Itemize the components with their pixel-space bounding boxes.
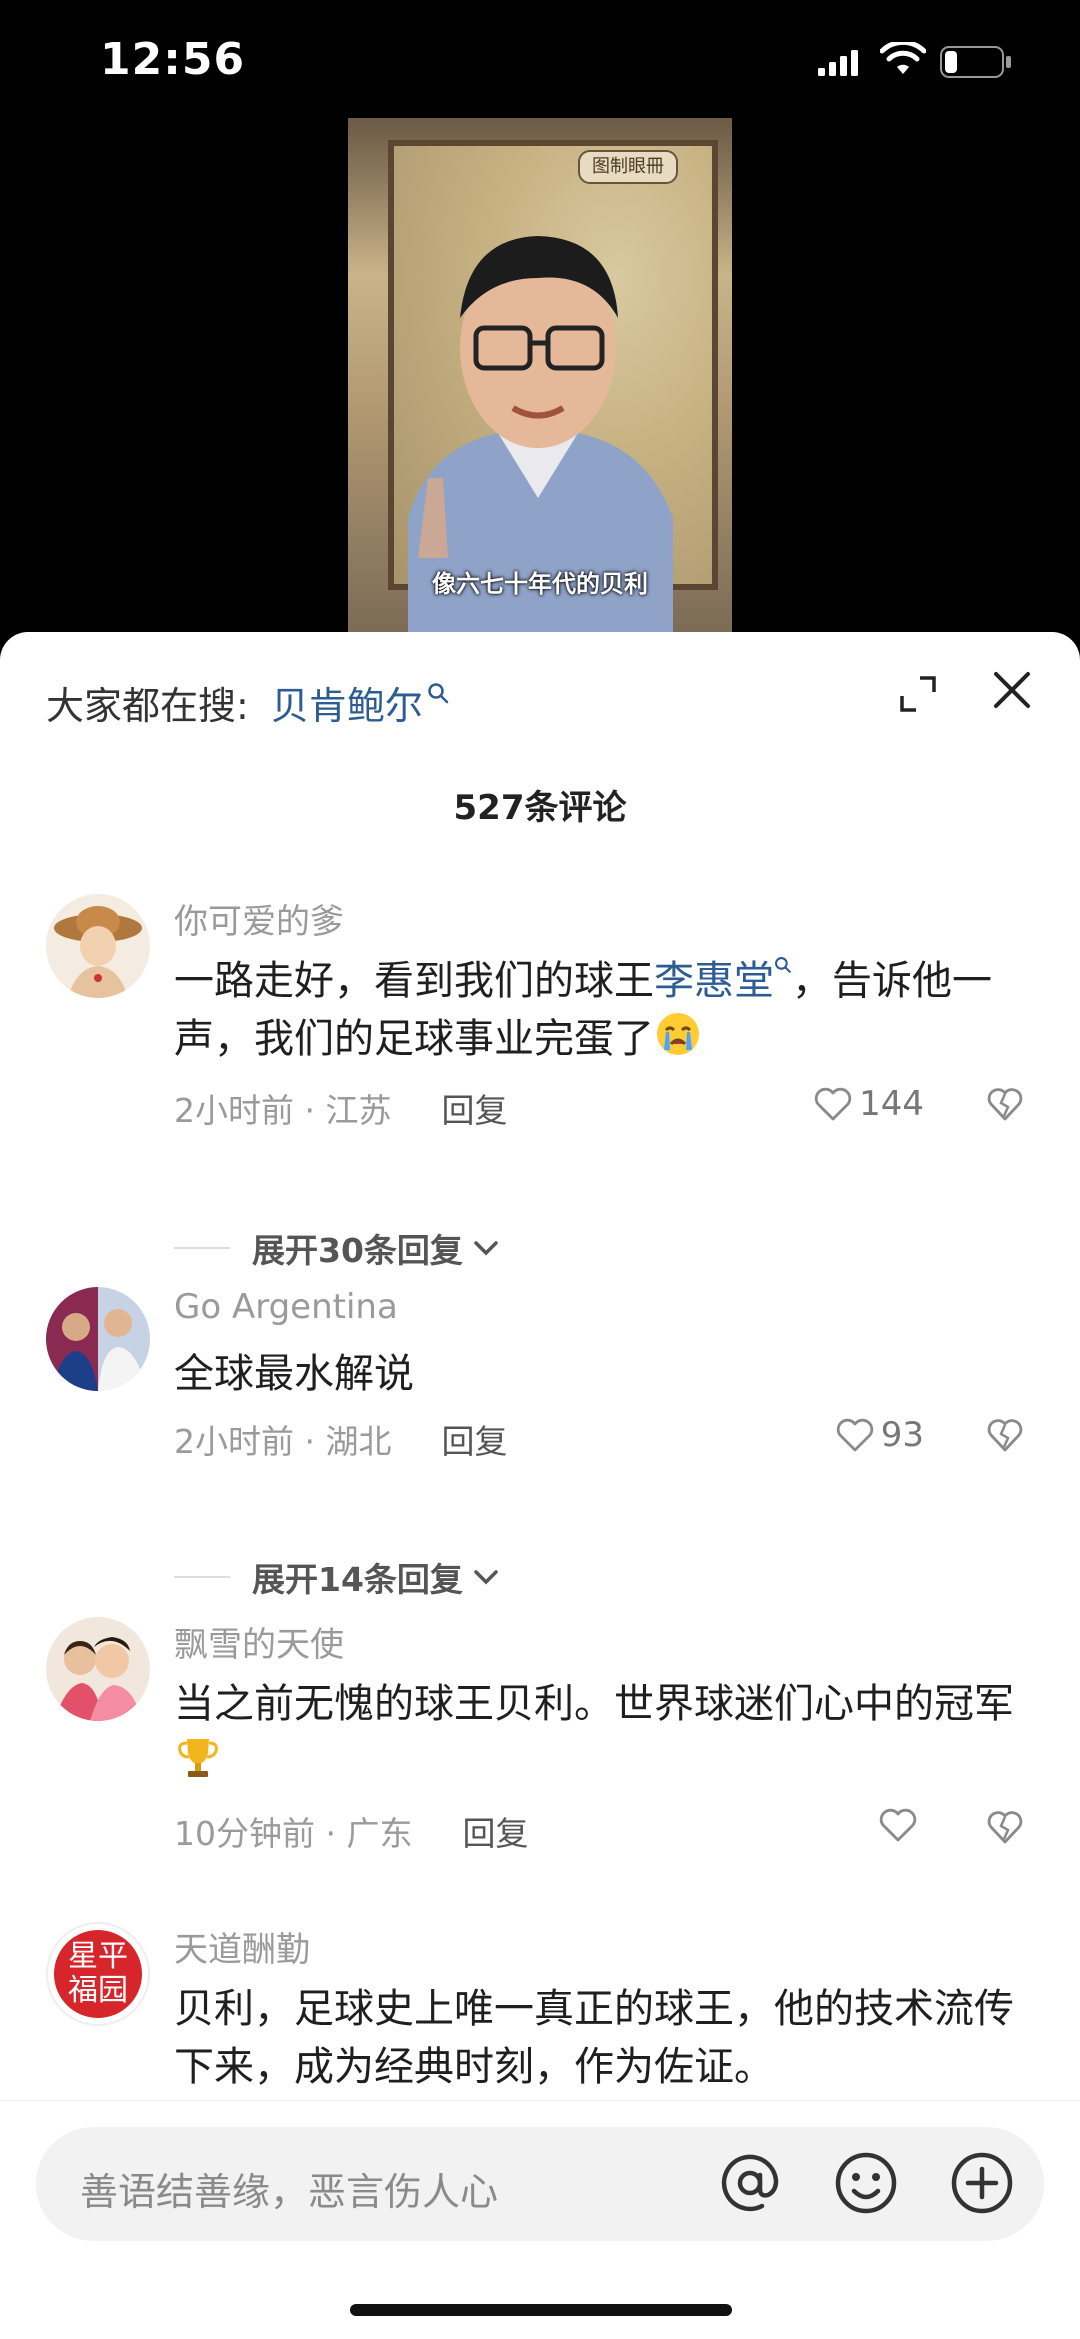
add-icon[interactable] xyxy=(948,2149,1016,2217)
crying-face-emoji-icon xyxy=(657,1013,699,1055)
heart-icon xyxy=(879,1808,917,1842)
divider xyxy=(174,1576,230,1578)
avatar[interactable] xyxy=(46,1287,150,1391)
expand-replies-label: 展开14条回复 xyxy=(252,1560,463,1599)
comment-body: Go Argentina 全球最水解说 2小时前 · 湖北 回复 93 xyxy=(174,1287,1034,1461)
trending-search-term[interactable]: 贝肯鲍尔 xyxy=(271,675,423,730)
trending-search[interactable]: 大家都在搜: 贝肯鲍尔 xyxy=(46,672,449,732)
wifi-icon xyxy=(880,42,926,74)
comment-meta: 10分钟前 · 广东 回复 xyxy=(174,1807,528,1855)
like-count: 93 xyxy=(880,1415,924,1455)
comment-meta: 2小时前 · 江苏 回复 xyxy=(174,1084,507,1132)
divider xyxy=(174,1247,230,1249)
comment-sheet: 大家都在搜: 贝肯鲍尔 527条评论 你可爱的爹 一路走好，看到我们的球王李惠堂… xyxy=(0,632,1080,2339)
like-button[interactable]: 93 xyxy=(835,1415,924,1455)
heart-icon xyxy=(836,1418,873,1452)
comment-text: 贝利，足球史上唯一真正的球王，他的技术流传下来，成为经典时刻，作为佐证。 xyxy=(174,1986,1014,2090)
comment-link[interactable]: 李惠堂 xyxy=(654,958,774,1004)
like-button[interactable]: 144 xyxy=(813,1084,924,1124)
like-count: 144 xyxy=(859,1084,924,1124)
comment-input-placeholder: 善语结善缘，恶言伤人心 xyxy=(80,2170,499,2214)
fullscreen-icon[interactable] xyxy=(896,672,940,716)
comment-body: 飘雪的天使 当之前无愧的球王贝利。世界球迷们心中的冠军 10分钟前 · 广东 回… xyxy=(174,1617,1034,1853)
like-button[interactable] xyxy=(878,1807,924,1843)
comment-body: 你可爱的爹 一路走好，看到我们的球王李惠堂 ，告诉他一声，我们的足球事业完蛋了 2… xyxy=(174,894,1034,1130)
chevron-down-icon xyxy=(474,1570,498,1585)
broken-heart-icon[interactable] xyxy=(986,1417,1024,1453)
comment-time-location: 10分钟前 · 广东 xyxy=(174,1814,413,1853)
comment-text: 一路走好，看到我们的球王李惠堂 ，告诉他一声，我们的足球事业完蛋了 xyxy=(174,952,1034,1068)
chevron-down-icon xyxy=(474,1241,498,1256)
comment-author[interactable]: 飘雪的天使 xyxy=(174,1617,1034,1667)
mention-icon[interactable] xyxy=(716,2149,784,2217)
video-subtitle: 像六七十年代的贝利 xyxy=(432,570,648,598)
emoji-icon[interactable] xyxy=(832,2149,900,2217)
comment-author[interactable]: 天道酬勤 xyxy=(174,1922,1034,1972)
cellular-signal-icon xyxy=(818,50,858,76)
reply-button[interactable]: 回复 xyxy=(462,1807,528,1855)
comment-text-part: 一路走好，看到我们的球王 xyxy=(174,958,654,1004)
comment-input[interactable]: 善语结善缘，恶言伤人心 xyxy=(36,2127,1044,2241)
comment-author[interactable]: Go Argentina xyxy=(174,1287,1034,1337)
trending-search-prefix: 大家都在搜: xyxy=(46,683,249,728)
search-icon xyxy=(428,683,449,704)
avatar[interactable] xyxy=(46,894,150,998)
trophy-emoji-icon xyxy=(178,1739,218,1777)
expand-replies-button[interactable]: 展开30条回复 xyxy=(174,1224,499,1272)
status-time: 12:56 xyxy=(100,34,246,85)
battery-icon xyxy=(940,46,1011,78)
comment-text-part: 当之前无愧的球王贝利。世界球迷们心中的冠军 xyxy=(174,1681,1014,1727)
video-player[interactable]: 图制眼冊 像六七十年代的贝利 xyxy=(348,118,732,638)
avatar[interactable]: 星平福园 xyxy=(46,1922,150,2026)
home-indicator[interactable] xyxy=(350,2304,732,2316)
close-icon[interactable] xyxy=(990,668,1034,712)
comment-text: 当之前无愧的球王贝利。世界球迷们心中的冠军 xyxy=(174,1675,1034,1791)
comment-time-location: 2小时前 · 湖北 xyxy=(174,1422,392,1461)
reply-button[interactable]: 回复 xyxy=(441,1415,507,1463)
comment-body: 天道酬勤 贝利，足球史上唯一真正的球王，他的技术流传下来，成为经典时刻，作为佐证… xyxy=(174,1922,1034,2096)
search-icon xyxy=(775,957,792,974)
status-bar: 12:56 xyxy=(0,0,1080,120)
expand-replies-button[interactable]: 展开14条回复 xyxy=(174,1553,499,1601)
comment-time-location: 2小时前 · 江苏 xyxy=(174,1091,392,1130)
avatar-seal-text: 星平福园 xyxy=(54,1930,142,2018)
comment-author[interactable]: 你可爱的爹 xyxy=(174,894,1034,944)
expand-replies-label: 展开30条回复 xyxy=(252,1231,463,1270)
comment-count: 527条评论 xyxy=(453,788,627,828)
broken-heart-icon[interactable] xyxy=(986,1809,1024,1845)
comment-text: 全球最水解说 xyxy=(174,1351,414,1397)
broken-heart-icon[interactable] xyxy=(986,1086,1024,1122)
comment-meta: 2小时前 · 湖北 回复 xyxy=(174,1415,507,1463)
heart-icon xyxy=(814,1087,852,1121)
avatar[interactable] xyxy=(46,1617,150,1721)
reply-button[interactable]: 回复 xyxy=(441,1084,507,1132)
